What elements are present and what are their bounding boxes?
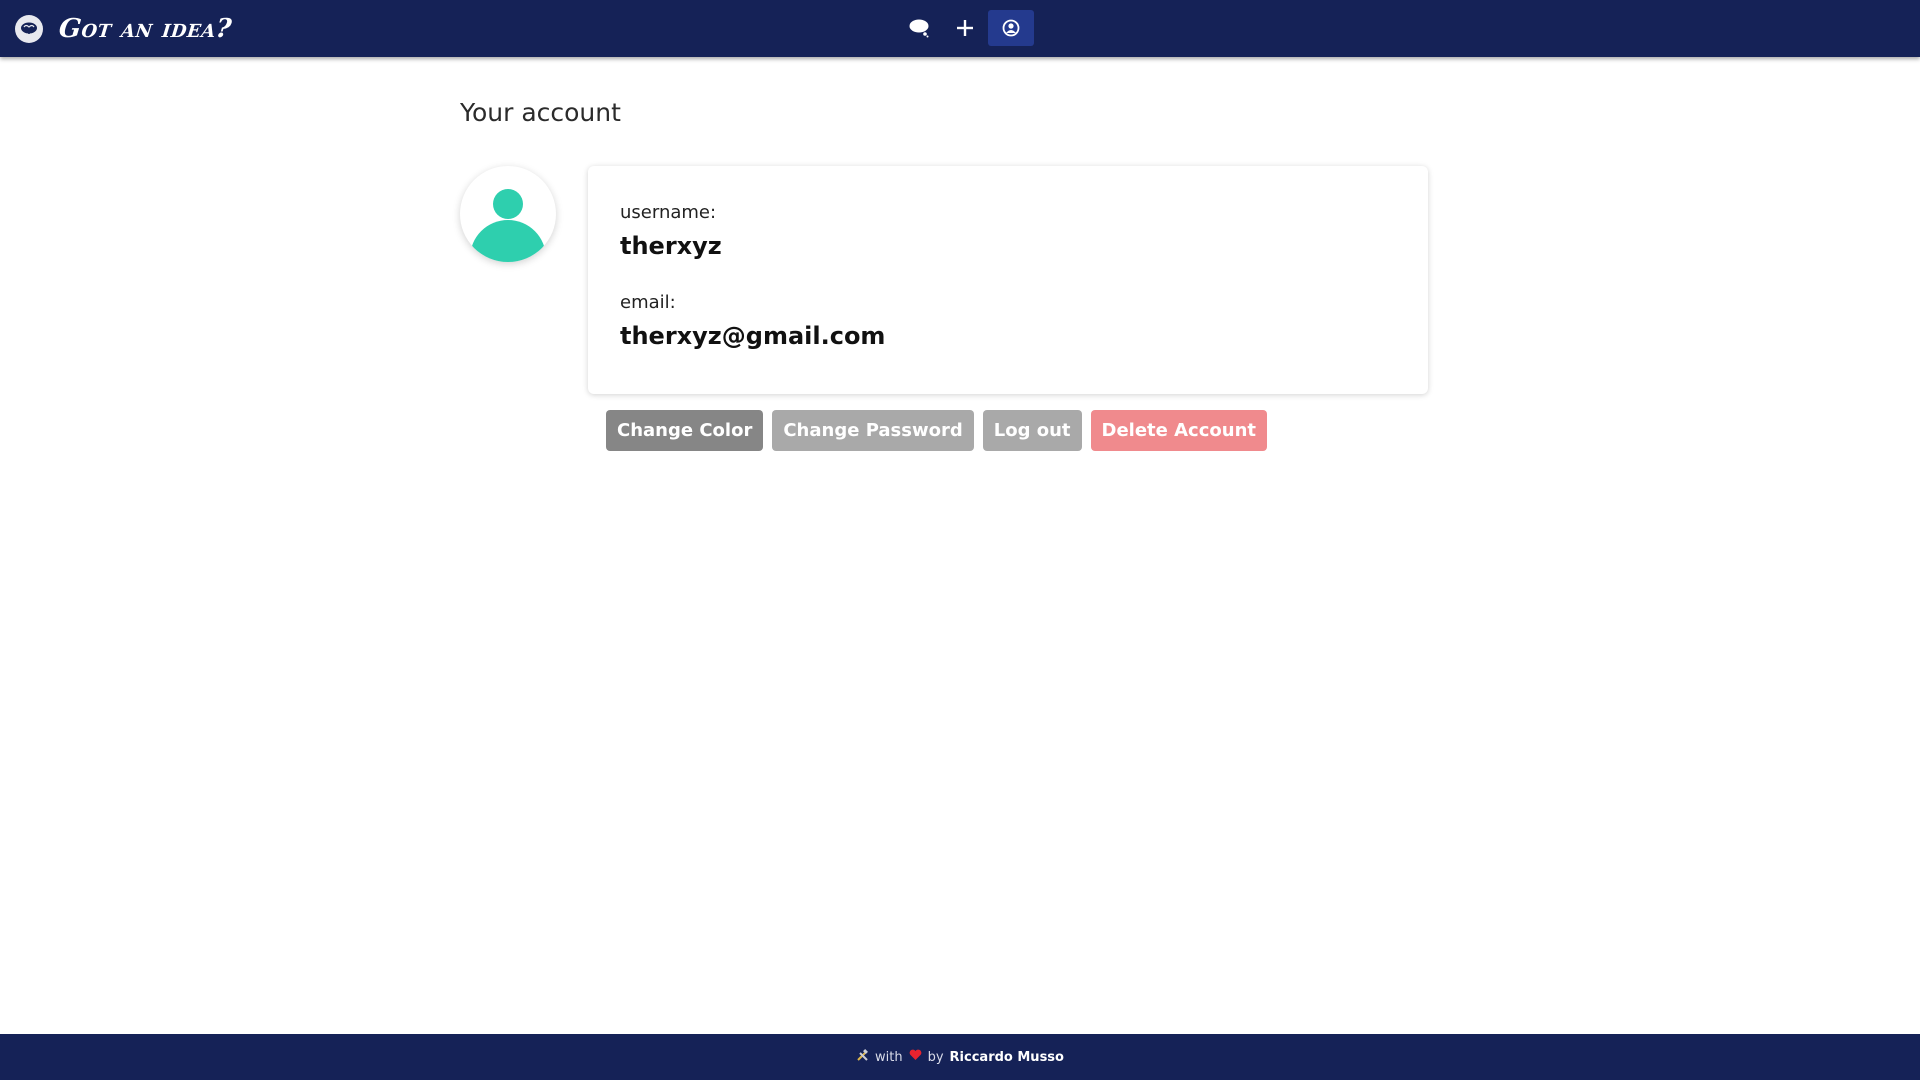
plus-icon — [957, 20, 973, 36]
user-avatar-icon — [470, 189, 546, 262]
hammer-wrench-icon — [856, 1048, 869, 1066]
account-nav-button[interactable] — [988, 10, 1034, 46]
log-out-button[interactable]: Log out — [982, 410, 1082, 451]
new-idea-nav-button[interactable] — [942, 10, 988, 46]
footer-by-text: by — [927, 1049, 944, 1065]
brand[interactable]: Got an idea? — [15, 14, 234, 44]
footer-with-text: with — [875, 1049, 903, 1065]
delete-account-button[interactable]: Delete Account — [1090, 410, 1267, 451]
email-label: email: — [620, 292, 676, 313]
change-color-button[interactable]: Change Color — [606, 410, 764, 451]
account-actions: Change Color Change Password Log out Del… — [606, 410, 1267, 451]
brand-title: Got an idea? — [57, 14, 234, 44]
change-password-button[interactable]: Change Password — [772, 410, 974, 451]
brain-logo-icon — [15, 15, 43, 43]
nav-icon-group — [896, 10, 1034, 46]
account-details-card: username: therxyz email: therxyz@gmail.c… — [588, 166, 1428, 394]
avatar[interactable] — [460, 166, 556, 262]
email-value: therxyz@gmail.com — [620, 322, 886, 350]
ideas-nav-button[interactable] — [896, 10, 942, 46]
username-label: username: — [620, 202, 717, 223]
footer-author-link[interactable]: Riccardo Musso — [950, 1050, 1064, 1065]
chat-icon — [909, 19, 929, 38]
page-title: Your account — [460, 98, 621, 127]
heart-icon — [909, 1049, 922, 1065]
top-navbar: Got an idea? — [0, 0, 1920, 57]
username-value: therxyz — [620, 232, 722, 260]
footer: with by Riccardo Musso — [0, 1034, 1920, 1080]
user-circle-icon — [1002, 19, 1020, 37]
